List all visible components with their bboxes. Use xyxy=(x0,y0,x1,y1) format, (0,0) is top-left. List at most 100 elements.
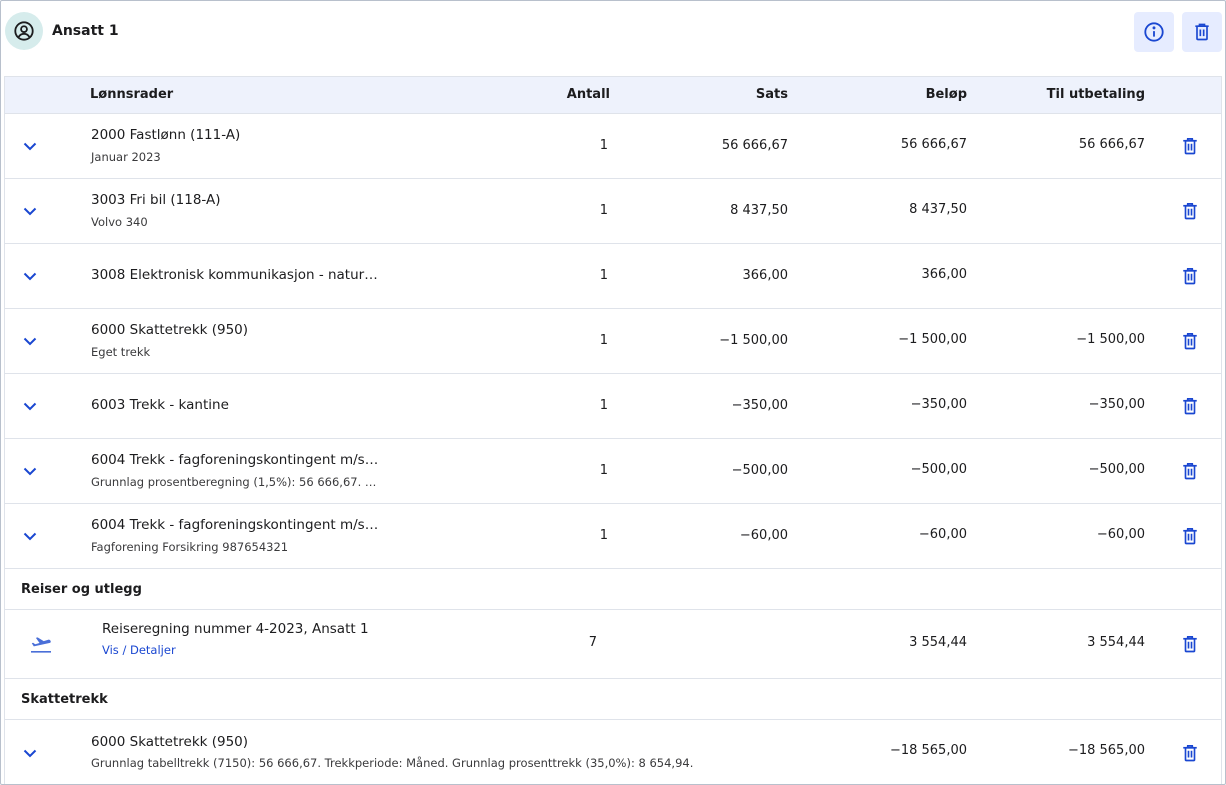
table-row: 3003 Fri bil (118-A) Volvo 340 1 8 437,50 8 … xyxy=(5,179,1221,244)
user-circle-icon xyxy=(13,20,35,42)
table-header: Lønnsrader Antall Sats Beløp Til utbetal… xyxy=(5,77,1221,114)
column-header-count: Antall xyxy=(566,87,610,102)
row-rate: 366,00 xyxy=(742,268,789,283)
expand-row-button[interactable] xyxy=(21,527,39,545)
table-row: 6004 Trekk - fagforeningskontingent m/s…… xyxy=(5,439,1221,504)
table-row: 6004 Trekk - fagforeningskontingent m/s…… xyxy=(5,504,1221,569)
row-count: 1 xyxy=(599,203,608,218)
delete-row-button[interactable] xyxy=(1179,742,1201,764)
trash-icon xyxy=(1181,331,1199,351)
row-title: 6004 Trekk - fagforeningskontingent m/s… xyxy=(91,517,379,533)
row-payout: 56 666,67 xyxy=(1078,137,1145,152)
tax-title: 6000 Skattetrekk (950) xyxy=(91,734,249,750)
row-count: 1 xyxy=(599,398,608,413)
chevron-down-icon xyxy=(23,207,37,216)
row-amount: −500,00 xyxy=(910,462,967,477)
info-icon xyxy=(1143,21,1165,43)
employee-payroll-card: Ansatt 1 Lønnsrader Antall Sats Beløp Ti… xyxy=(0,0,1226,785)
delete-row-button[interactable] xyxy=(1179,330,1201,352)
row-subtitle: Eget trekk xyxy=(91,345,151,359)
trash-icon xyxy=(1181,201,1199,221)
row-title: 6000 Skattetrekk (950) xyxy=(91,322,249,338)
row-amount: −1 500,00 xyxy=(898,332,967,347)
row-count: 1 xyxy=(599,528,608,543)
airplane-takeoff-icon xyxy=(29,634,53,654)
row-count: 1 xyxy=(599,268,608,283)
travel-amount: 3 554,44 xyxy=(909,635,967,650)
delete-row-button[interactable] xyxy=(1179,265,1201,287)
expand-row-button[interactable] xyxy=(21,137,39,155)
section-travel: Reiser og utlegg xyxy=(5,569,1221,610)
row-payout: −500,00 xyxy=(1088,462,1145,477)
table-row: Reiseregning nummer 4-2023, Ansatt 1 Vis… xyxy=(5,610,1221,679)
row-payout: −60,00 xyxy=(1096,527,1145,542)
chevron-down-icon xyxy=(23,337,37,346)
row-payout: −350,00 xyxy=(1088,397,1145,412)
trash-icon xyxy=(1181,526,1199,546)
column-header-rate: Sats xyxy=(755,87,788,102)
row-amount: 56 666,67 xyxy=(900,137,967,152)
employee-name: Ansatt 1 xyxy=(52,23,119,39)
expand-row-button[interactable] xyxy=(21,462,39,480)
expand-row-button[interactable] xyxy=(21,744,39,762)
expand-row-button[interactable] xyxy=(21,397,39,415)
chevron-down-icon xyxy=(23,532,37,541)
expand-row-button[interactable] xyxy=(21,332,39,350)
trash-icon xyxy=(1192,22,1212,42)
table-row: 6000 Skattetrekk (950) Grunnlag tabelltr… xyxy=(5,720,1221,784)
row-title: 3008 Elektronisk kommunikasjon - natur… xyxy=(91,267,378,283)
column-header-lines: Lønnsrader xyxy=(90,87,174,102)
delete-row-button[interactable] xyxy=(1179,633,1201,655)
row-rate: −1 500,00 xyxy=(719,333,788,348)
trash-icon xyxy=(1181,136,1199,156)
delete-row-button[interactable] xyxy=(1179,525,1201,547)
row-subtitle: Grunnlag prosentberegning (1,5%): 56 666… xyxy=(91,475,377,489)
trash-icon xyxy=(1181,461,1199,481)
travel-title: Reiseregning nummer 4-2023, Ansatt 1 xyxy=(102,621,369,637)
delete-row-button[interactable] xyxy=(1179,135,1201,157)
chevron-down-icon xyxy=(23,402,37,411)
column-header-amount: Beløp xyxy=(925,87,967,102)
row-title: 2000 Fastlønn (111-A) xyxy=(91,127,241,143)
tax-amount: −18 565,00 xyxy=(889,743,967,758)
delete-row-button[interactable] xyxy=(1179,200,1201,222)
chevron-down-icon xyxy=(23,142,37,151)
row-rate: −350,00 xyxy=(731,398,788,413)
expand-row-button[interactable] xyxy=(21,267,39,285)
info-button[interactable] xyxy=(1134,12,1174,52)
travel-details-link[interactable]: Vis / Detaljer xyxy=(102,643,176,657)
chevron-down-icon xyxy=(23,467,37,476)
tax-payout: −18 565,00 xyxy=(1067,743,1145,758)
row-subtitle: Januar 2023 xyxy=(91,150,161,164)
chevron-down-icon xyxy=(23,272,37,281)
trash-icon xyxy=(1181,396,1199,416)
section-tax: Skattetrekk xyxy=(5,679,1221,720)
table-row: 6003 Trekk - kantine 1 −350,00 −350,00 −350,… xyxy=(5,374,1221,439)
section-heading: Reiser og utlegg xyxy=(21,582,142,597)
delete-row-button[interactable] xyxy=(1179,395,1201,417)
row-rate: 56 666,67 xyxy=(721,138,788,153)
avatar xyxy=(5,12,43,50)
row-rate: −500,00 xyxy=(731,463,788,478)
row-title: 3003 Fri bil (118-A) xyxy=(91,192,221,208)
travel-count: 7 xyxy=(588,635,597,650)
delete-row-button[interactable] xyxy=(1179,460,1201,482)
table-row: 2000 Fastlønn (111-A) Januar 2023 1 56 666,… xyxy=(5,114,1221,179)
row-title: 6003 Trekk - kantine xyxy=(91,397,229,413)
row-count: 1 xyxy=(599,333,608,348)
row-amount: −60,00 xyxy=(918,527,967,542)
payroll-lines-table: Lønnsrader Antall Sats Beløp Til utbetal… xyxy=(4,76,1222,784)
row-count: 1 xyxy=(599,463,608,478)
column-header-payout: Til utbetaling xyxy=(1046,87,1145,102)
section-heading: Skattetrekk xyxy=(21,692,108,707)
delete-employee-button[interactable] xyxy=(1182,12,1222,52)
row-subtitle: Fagforening Forsikring 987654321 xyxy=(91,540,289,554)
expand-row-button[interactable] xyxy=(21,202,39,220)
employee-header: Ansatt 1 xyxy=(1,1,1225,65)
row-rate: 8 437,50 xyxy=(730,203,788,218)
travel-payout: 3 554,44 xyxy=(1087,635,1145,650)
row-subtitle: Volvo 340 xyxy=(91,215,148,229)
row-payout: −1 500,00 xyxy=(1076,332,1145,347)
row-rate: −60,00 xyxy=(739,528,788,543)
row-title: 6004 Trekk - fagforeningskontingent m/s… xyxy=(91,452,379,468)
